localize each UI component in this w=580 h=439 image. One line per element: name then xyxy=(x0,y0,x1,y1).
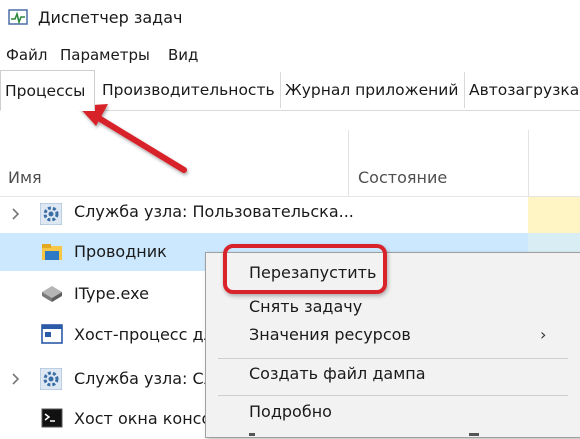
ctx-details[interactable]: Подробно xyxy=(249,402,332,421)
ctx-end-task[interactable]: Снять задачу xyxy=(249,297,362,316)
submenu-arrow-icon: › xyxy=(540,325,547,344)
menu-options[interactable]: Параметры xyxy=(60,46,150,64)
process-name: Проводник xyxy=(74,242,167,261)
ctx-create-dump[interactable]: Создать файл дампа xyxy=(249,364,426,383)
process-name: Хост-процесс дл xyxy=(74,325,214,344)
table-row[interactable]: Служба узла: Пользовательска... xyxy=(0,195,580,233)
console-icon xyxy=(41,408,63,428)
column-divider[interactable] xyxy=(528,130,529,197)
ctx-resource-values[interactable]: Значения ресурсов xyxy=(249,325,411,344)
gear-icon xyxy=(40,203,62,225)
process-name: IType.exe xyxy=(74,284,149,303)
column-status-header[interactable]: Состояние xyxy=(358,168,447,187)
window-title: Диспетчер задач xyxy=(38,8,183,27)
gear-icon xyxy=(40,368,62,390)
task-manager-icon xyxy=(8,9,28,25)
menu-separator xyxy=(218,395,568,396)
chevron-right-icon[interactable] xyxy=(10,372,22,386)
tab-startup[interactable]: Автозагрузка xyxy=(464,72,580,108)
menu-separator xyxy=(218,358,568,359)
process-name: Служба узла: Сл xyxy=(74,369,214,388)
column-divider[interactable] xyxy=(348,130,349,197)
tab-processes[interactable]: Процессы xyxy=(0,70,95,111)
restart-highlight-box xyxy=(223,244,387,294)
folder-icon xyxy=(42,244,62,260)
tab-app-history[interactable]: Журнал приложений xyxy=(280,72,462,108)
chevron-right-icon[interactable] xyxy=(10,207,22,221)
window-icon xyxy=(41,324,63,344)
menu-view[interactable]: Вид xyxy=(168,46,198,64)
process-name: Служба узла: Пользовательска... xyxy=(74,202,354,221)
ctx-partial-item xyxy=(249,433,479,436)
menu-file[interactable]: Файл xyxy=(6,46,47,64)
process-name: Хост окна консо xyxy=(74,409,212,428)
column-name-header[interactable]: Имя xyxy=(8,168,42,187)
disk-icon xyxy=(42,286,62,302)
